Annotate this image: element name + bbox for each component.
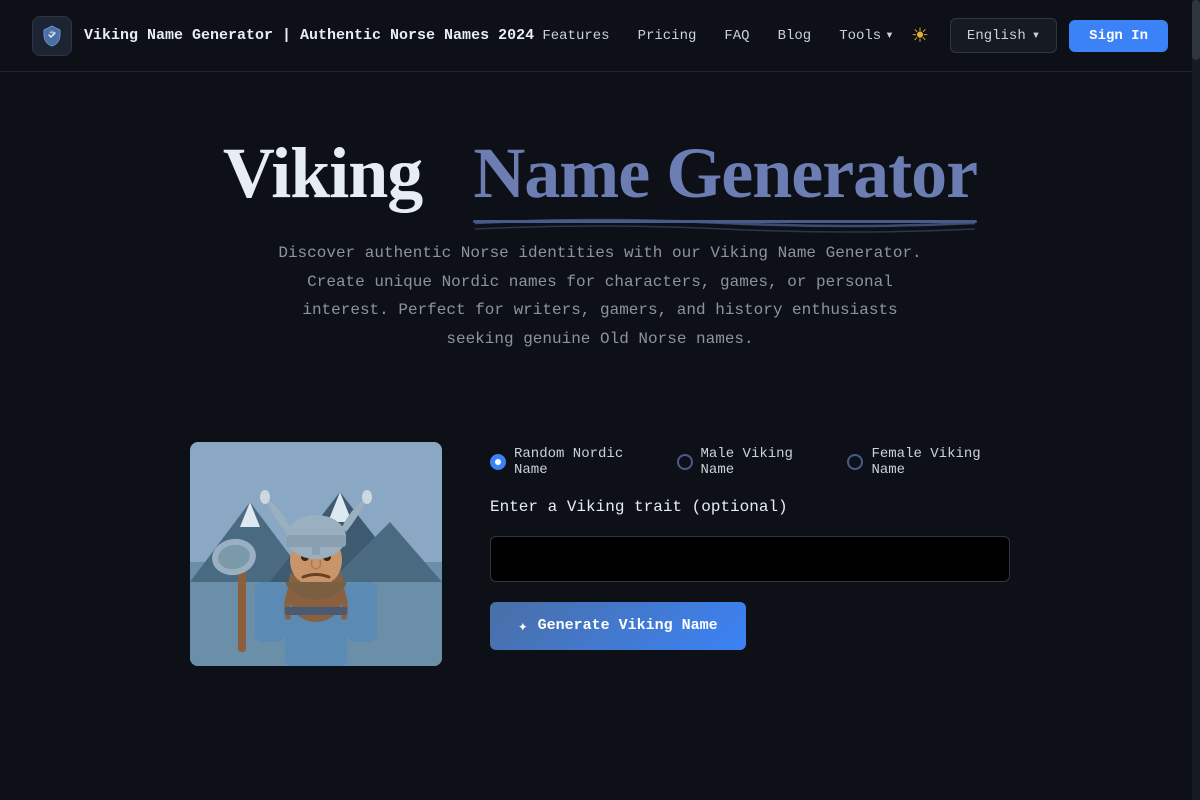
radio-female[interactable]: Female Viking Name — [847, 446, 1010, 478]
nav-left: Viking Name Generator | Authentic Norse … — [32, 16, 534, 56]
generate-button-label: Generate Viking Name — [538, 617, 718, 634]
generator-form: Random Nordic Name Male Viking Name Fema… — [490, 442, 1010, 650]
radio-female-label: Female Viking Name — [871, 446, 1010, 478]
nav-right: ☀ English ▾ Sign In — [902, 18, 1168, 54]
nav-features[interactable]: Features — [542, 28, 609, 44]
language-label: English — [967, 28, 1026, 44]
hero-title-accent: Name Generator — [473, 132, 977, 215]
generator-section: Random Nordic Name Male Viking Name Fema… — [150, 442, 1050, 666]
site-title: Viking Name Generator | Authentic Norse … — [84, 27, 534, 44]
input-label: Enter a Viking trait (optional) — [490, 498, 1010, 516]
navbar: Viking Name Generator | Authentic Norse … — [0, 0, 1200, 72]
hero-title-main: Viking — [223, 133, 422, 213]
radio-male-circle — [677, 454, 693, 470]
language-selector[interactable]: English ▾ — [950, 18, 1057, 53]
hero-title: Viking Name Generator — [223, 132, 977, 215]
tools-label: Tools — [839, 28, 881, 44]
hero-section: Viking Name Generator Discover authentic… — [0, 72, 1200, 442]
nav-faq[interactable]: FAQ — [724, 28, 749, 44]
radio-male-label: Male Viking Name — [701, 446, 824, 478]
logo-icon — [32, 16, 72, 56]
nav-tools-button[interactable]: Tools ▾ — [839, 27, 893, 44]
hero-title-accent-wrapper: Name Generator — [473, 132, 977, 215]
hero-description: Discover authentic Norse identities with… — [270, 239, 930, 354]
radio-male[interactable]: Male Viking Name — [677, 446, 824, 478]
radio-female-circle — [847, 454, 863, 470]
sun-icon: ☀ — [911, 23, 929, 48]
radio-group: Random Nordic Name Male Viking Name Fema… — [490, 446, 1010, 478]
nav-links: Features Pricing FAQ Blog Tools ▾ — [542, 27, 893, 44]
viking-illustration — [190, 442, 442, 666]
generate-button[interactable]: ✦ Generate Viking Name — [490, 602, 746, 650]
sign-in-button[interactable]: Sign In — [1069, 20, 1168, 52]
chevron-down-icon: ▾ — [885, 27, 893, 44]
nav-pricing[interactable]: Pricing — [638, 28, 697, 44]
radio-random-label: Random Nordic Name — [514, 446, 653, 478]
scrollbar[interactable] — [1192, 0, 1200, 800]
viking-trait-input[interactable] — [490, 536, 1010, 582]
input-label-text: Enter a Viking trait (optional) — [490, 498, 788, 516]
nav-blog[interactable]: Blog — [778, 28, 812, 44]
language-chevron-icon: ▾ — [1032, 27, 1040, 44]
wand-icon: ✦ — [518, 616, 528, 636]
radio-random[interactable]: Random Nordic Name — [490, 446, 653, 478]
radio-random-circle — [490, 454, 506, 470]
theme-toggle-button[interactable]: ☀ — [902, 18, 938, 54]
